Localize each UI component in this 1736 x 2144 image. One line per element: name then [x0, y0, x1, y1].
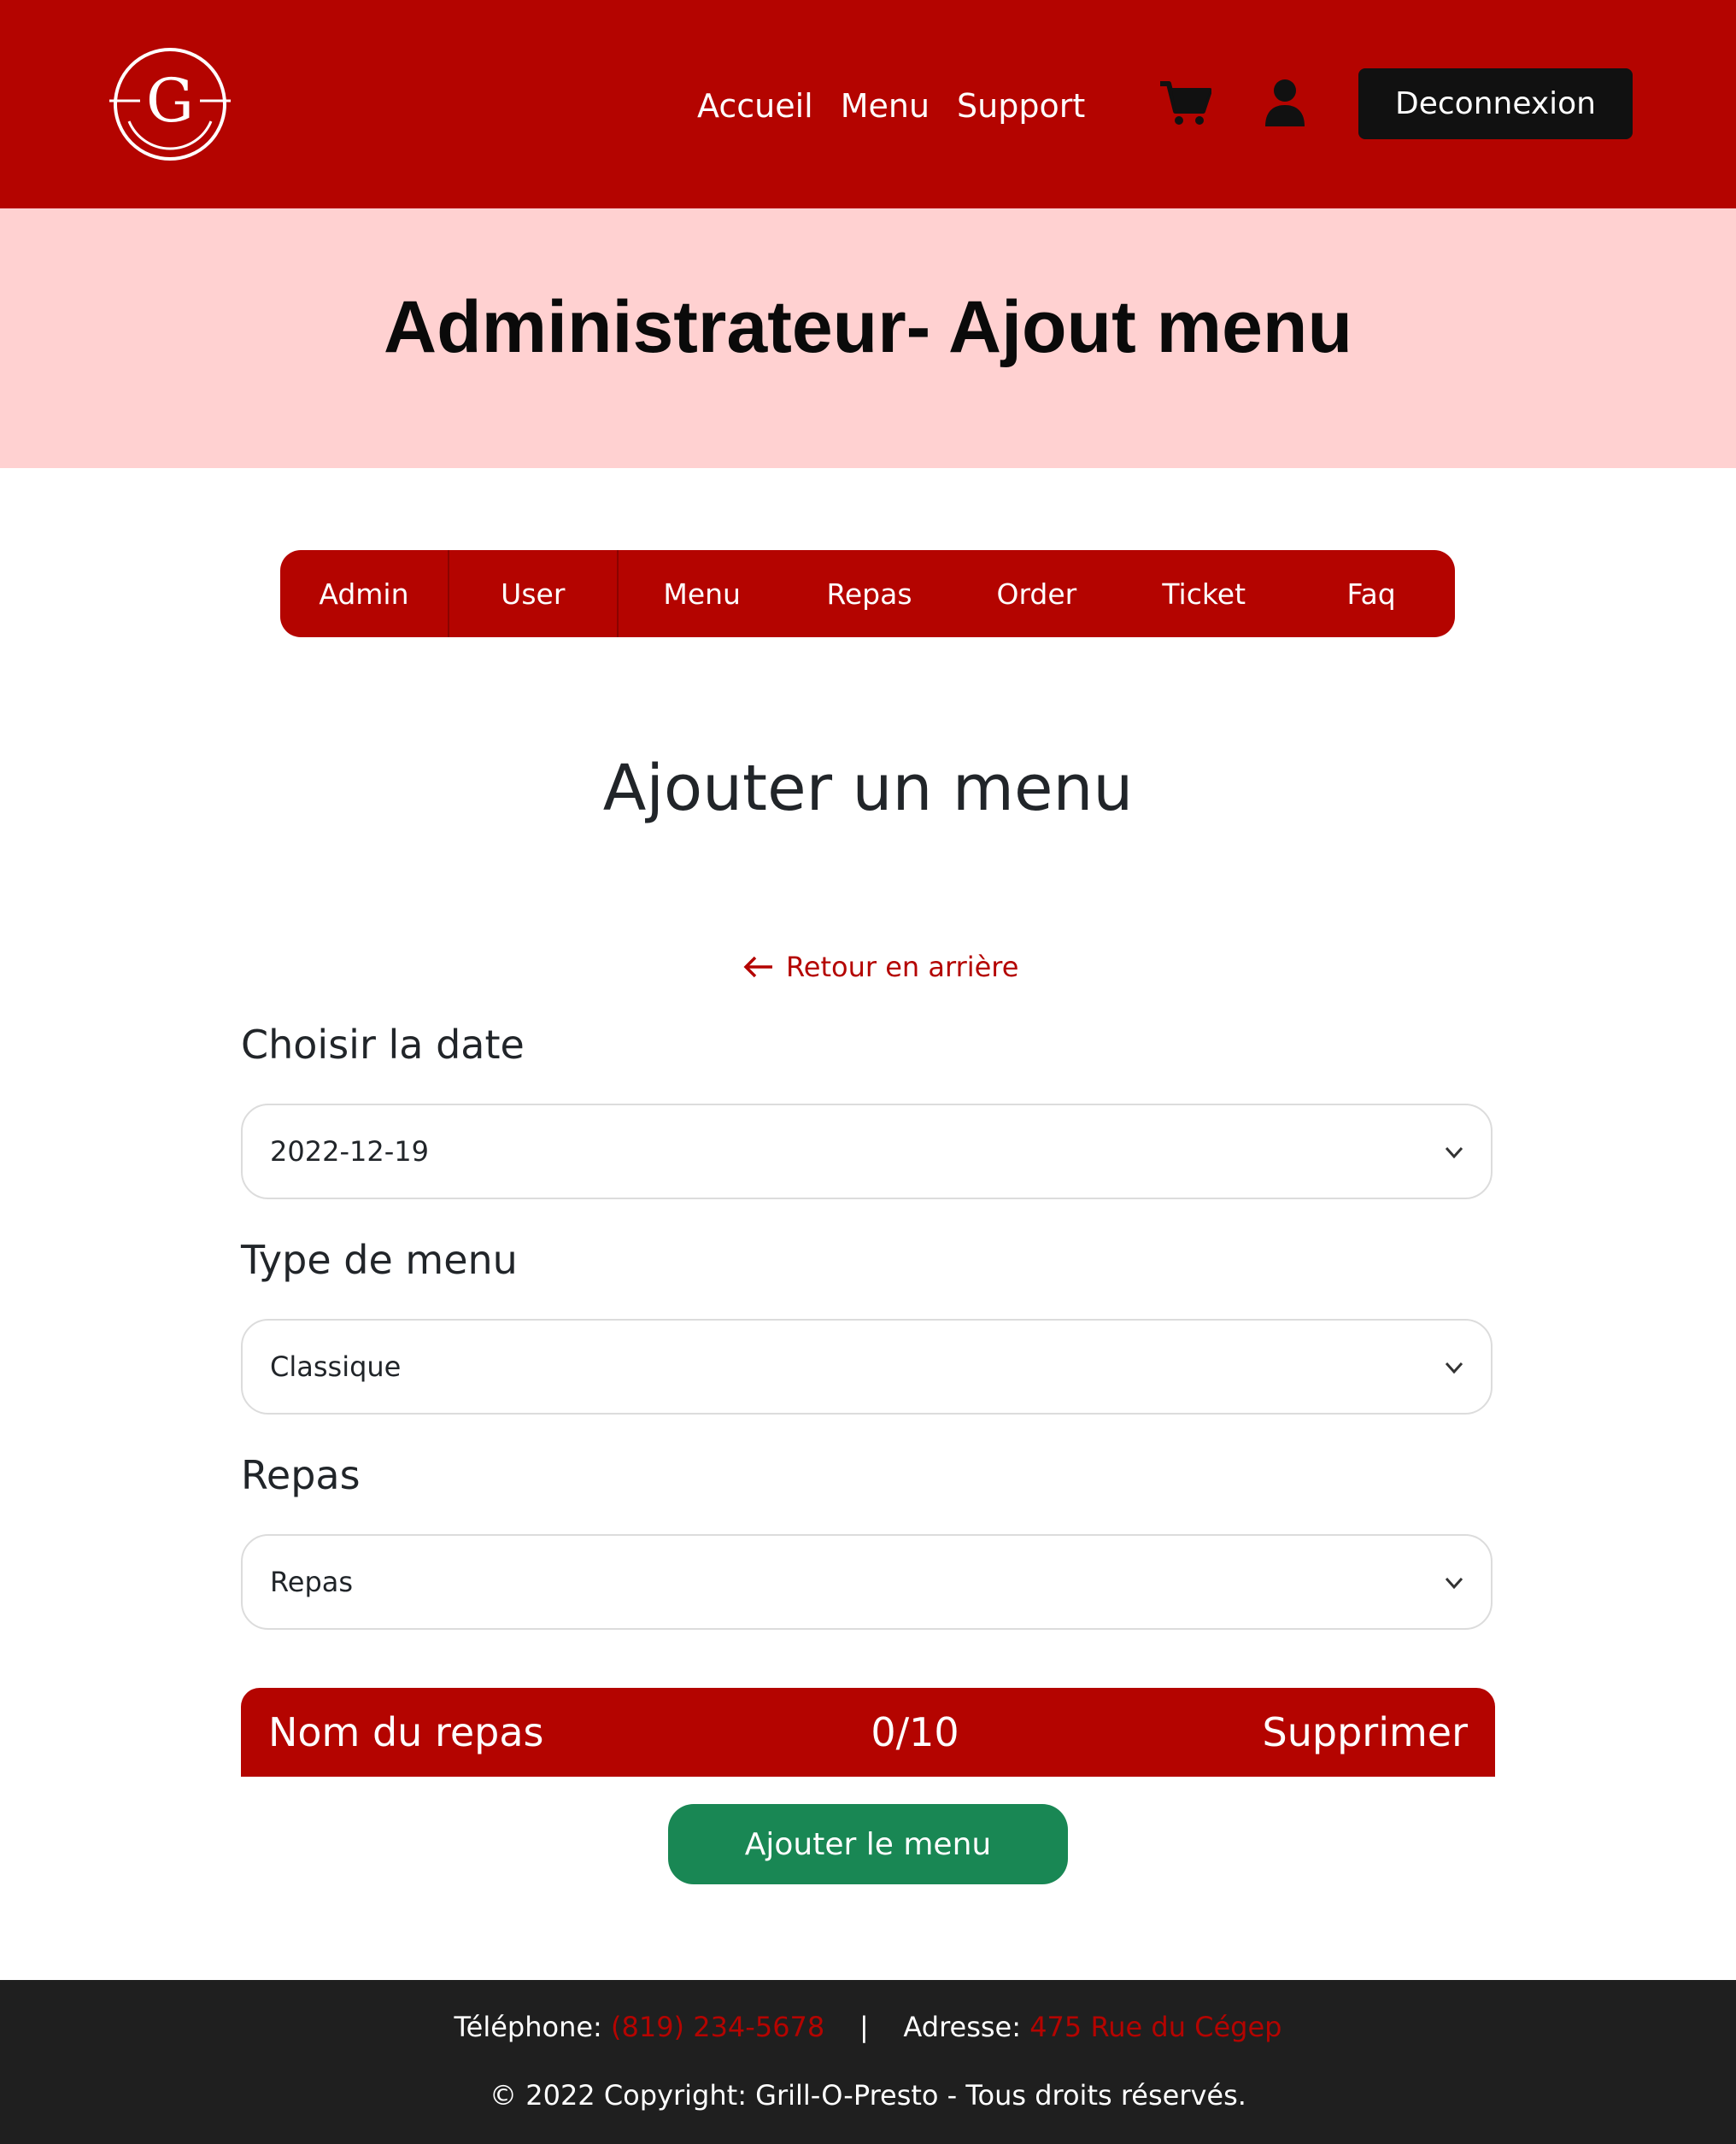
- copyright: © 2022 Copyright: Grill-O-Presto - Tous …: [490, 2079, 1246, 2112]
- section-title: Ajouter un menu: [602, 752, 1134, 825]
- logo[interactable]: G: [108, 44, 232, 164]
- date-select[interactable]: 2022-12-19: [241, 1104, 1493, 1199]
- tab-repas[interactable]: Repas: [786, 550, 953, 637]
- phone-value[interactable]: (819) 234-5678: [611, 2011, 824, 2043]
- address-label: Adresse:: [903, 2011, 1022, 2043]
- logout-button[interactable]: Deconnexion: [1358, 68, 1633, 139]
- meal-label: Repas: [241, 1452, 361, 1498]
- site-header: G Accueil Menu Support Deconnexion: [0, 0, 1736, 208]
- page-title: Administrateur- Ajout menu: [384, 286, 1352, 368]
- admin-tab-bar: Admin User Menu Repas Order Ticket Faq: [280, 550, 1455, 637]
- tab-faq[interactable]: Faq: [1287, 550, 1455, 637]
- back-link-label: Retour en arrière: [786, 951, 1019, 983]
- tab-ticket[interactable]: Ticket: [1120, 550, 1287, 637]
- chevron-down-icon: [1445, 1146, 1463, 1159]
- nav-link-accueil[interactable]: Accueil: [697, 82, 813, 130]
- meal-select[interactable]: Repas: [241, 1534, 1493, 1630]
- user-icon[interactable]: [1264, 79, 1306, 126]
- footer-contact: Téléphone: (819) 234-5678 | Adresse: 475…: [0, 2011, 1736, 2043]
- menu-type-label: Type de menu: [241, 1237, 518, 1283]
- date-label: Choisir la date: [241, 1022, 525, 1068]
- chevron-down-icon: [1445, 1362, 1463, 1374]
- logo-letter: G: [146, 66, 194, 136]
- nav-link-support[interactable]: Support: [957, 82, 1085, 130]
- delete-header[interactable]: Supprimer: [1263, 1688, 1468, 1777]
- nav-link-menu[interactable]: Menu: [841, 82, 930, 130]
- add-menu-button[interactable]: Ajouter le menu: [668, 1804, 1068, 1884]
- arrow-left-icon: [743, 956, 772, 978]
- date-select-value: 2022-12-19: [270, 1135, 429, 1168]
- back-link[interactable]: Retour en arrière: [743, 946, 1018, 987]
- tab-user[interactable]: User: [449, 550, 619, 637]
- meal-table-header: Nom du repas 0/10 Supprimer: [241, 1688, 1495, 1777]
- page-hero: Administrateur- Ajout menu: [0, 208, 1736, 468]
- footer-separator: |: [859, 2011, 869, 2043]
- menu-type-select[interactable]: Classique: [241, 1319, 1493, 1415]
- shopping-cart-icon[interactable]: [1160, 80, 1211, 126]
- main-nav: Accueil Menu Support: [697, 82, 1085, 130]
- tab-admin[interactable]: Admin: [280, 550, 449, 637]
- site-footer: Téléphone: (819) 234-5678 | Adresse: 475…: [0, 1980, 1736, 2144]
- meal-select-value: Repas: [270, 1566, 354, 1598]
- phone-label: Téléphone:: [454, 2011, 602, 2043]
- tab-menu[interactable]: Menu: [619, 550, 786, 637]
- address-value[interactable]: 475 Rue du Cégep: [1029, 2011, 1281, 2043]
- menu-type-select-value: Classique: [270, 1350, 402, 1383]
- tab-order[interactable]: Order: [953, 550, 1120, 637]
- chevron-down-icon: [1445, 1577, 1463, 1590]
